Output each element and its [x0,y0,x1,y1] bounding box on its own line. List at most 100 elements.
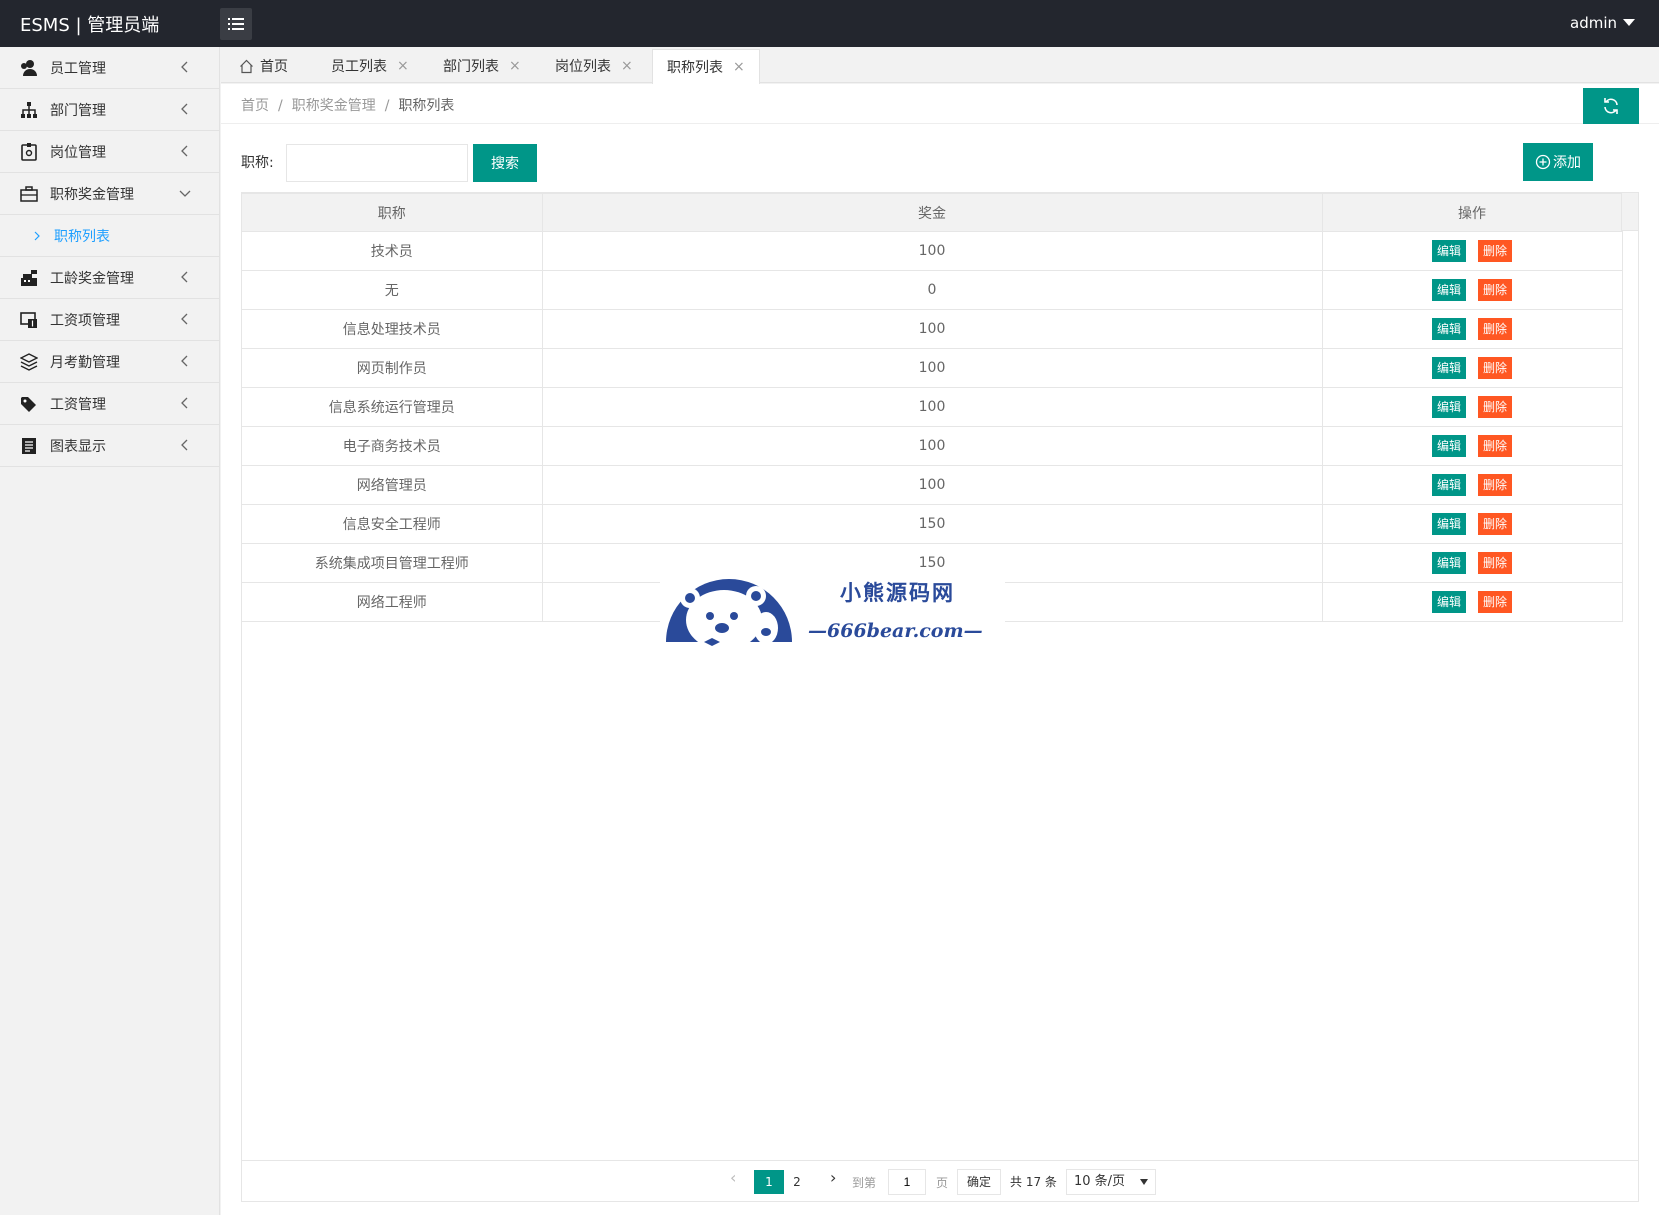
total-count: 共 17 条 [1010,1175,1057,1189]
home-icon [240,59,253,73]
tab-position-list[interactable]: 岗位列表 × [541,49,647,83]
title-table: 职称 奖金 操作 技术员 100 编辑 删除无 0 编辑 删除 信息处理技术员 100 编辑 删除网… [241,192,1639,1202]
breadcrumb: 首页 / 职称奖金管理 / 职称列表 [241,98,455,114]
page-2[interactable]: 2 [782,1170,812,1194]
table-row: 网络管理员 100 编辑 删除 [242,465,1623,505]
sidebar-item-salary-items[interactable]: 工资项管理 [0,299,219,341]
delete-button[interactable]: 删除 [1478,318,1512,340]
column-header-bonus[interactable]: 奖金 [541,193,1323,232]
sidebar-subitem-title-list[interactable]: 职称列表 [0,215,219,257]
watermark-logo: 小熊源码网 —666bear.com— [660,570,1005,655]
table-row: 无 0 编辑 删除 [242,270,1623,310]
add-button[interactable]: 添加 [1523,143,1593,181]
pagination: ‹ 1 2 › 到第 页 确定 共 17 条 10 条/页 [242,1160,1638,1201]
badge-icon [20,142,38,161]
sidebar-item-title-bonus[interactable]: 职称奖金管理 [0,173,219,215]
caret-down-icon [1623,19,1635,26]
title-search-input[interactable] [286,144,468,182]
top-header: ESMS | 管理员端 admin [0,0,1659,47]
close-icon[interactable]: × [397,58,409,74]
table-scroll-header [1621,193,1638,231]
edit-button[interactable]: 编辑 [1432,240,1466,262]
delete-button[interactable]: 删除 [1478,552,1512,574]
user-menu[interactable]: admin [1570,14,1635,32]
delete-button[interactable]: 删除 [1478,279,1512,301]
sidebar-item-charts[interactable]: 图表显示 [0,425,219,467]
receipt-icon [20,437,38,455]
caret-down-icon [1140,1179,1148,1185]
table-row: 信息安全工程师 150 编辑 删除 [242,504,1623,544]
cell-actions: 编辑 删除 [1321,387,1623,427]
chevron-left-icon [181,61,188,73]
cell-title: 网络工程师 [242,582,543,622]
users-icon [20,59,38,77]
sidebar-item-seniority-bonus[interactable]: 工龄奖金管理 [0,257,219,299]
tab-bar: 首页 员工列表 × 部门列表 × 岗位列表 × 职称列表 × [221,47,1659,84]
sidebar-item-salary[interactable]: 工资管理 [0,383,219,425]
delete-button[interactable]: 删除 [1478,240,1512,262]
delete-button[interactable]: 删除 [1478,435,1512,457]
next-page-icon[interactable]: › [830,1168,836,1187]
chevron-left-icon [181,145,188,157]
chevron-left-icon [181,355,188,367]
refresh-button[interactable] [1583,88,1639,124]
close-icon[interactable]: × [621,58,633,74]
close-icon[interactable]: × [509,58,521,74]
page-current[interactable]: 1 [754,1170,784,1194]
menu-toggle-button[interactable] [220,8,252,40]
edit-button[interactable]: 编辑 [1432,279,1466,301]
breadcrumb-bar: 首页 / 职称奖金管理 / 职称列表 [221,84,1659,124]
breadcrumb-title-bonus[interactable]: 职称奖金管理 [292,98,376,114]
edit-button[interactable]: 编辑 [1432,435,1466,457]
cell-title: 信息系统运行管理员 [242,387,543,427]
table-header-row: 职称 奖金 操作 [242,193,1623,232]
delete-button[interactable]: 删除 [1478,474,1512,496]
goto-label: 到第 [852,1176,877,1190]
watermark-name: 小熊源码网 [840,580,955,605]
delete-button[interactable]: 删除 [1478,396,1512,418]
delete-button[interactable]: 删除 [1478,591,1512,613]
cell-actions: 编辑 删除 [1321,543,1623,583]
goto-confirm-button[interactable]: 确定 [957,1169,1001,1195]
edit-button[interactable]: 编辑 [1432,357,1466,379]
sidebar-item-position[interactable]: 岗位管理 [0,131,219,173]
cell-bonus: 100 [541,465,1323,505]
edit-button[interactable]: 编辑 [1432,318,1466,340]
table-row: 技术员 100 编辑 删除 [242,231,1623,271]
edit-button[interactable]: 编辑 [1432,513,1466,535]
goto-page-input[interactable] [888,1169,926,1195]
cell-title: 无 [242,270,543,310]
sidebar-item-department[interactable]: 部门管理 [0,89,219,131]
page-size-select[interactable]: 10 条/页 [1066,1169,1156,1195]
cell-actions: 编辑 删除 [1321,465,1623,505]
close-icon[interactable]: × [733,59,745,75]
layers-icon [20,352,38,371]
edit-button[interactable]: 编辑 [1432,396,1466,418]
cell-bonus: 100 [541,348,1323,388]
edit-button[interactable]: 编辑 [1432,474,1466,496]
table-row: 网页制作员 100 编辑 删除 [242,348,1623,388]
tab-title-list[interactable]: 职称列表 × [652,49,760,84]
tab-employee-list[interactable]: 员工列表 × [317,49,423,83]
sitemap-icon [20,101,38,119]
cell-actions: 编辑 删除 [1321,270,1623,310]
delete-button[interactable]: 删除 [1478,357,1512,379]
watermark-url: —666bear.com— [808,620,983,642]
cell-title: 网络管理员 [242,465,543,505]
column-header-title[interactable]: 职称 [242,193,543,232]
sidebar-item-attendance[interactable]: 月考勤管理 [0,341,219,383]
list-icon [228,18,244,30]
prev-page-icon[interactable]: ‹ [730,1168,736,1187]
chevron-right-icon [34,231,40,240]
sidebar-item-employee[interactable]: 员工管理 [0,47,219,89]
breadcrumb-home[interactable]: 首页 [241,98,269,114]
search-button[interactable]: 搜索 [473,144,537,182]
cell-bonus: 100 [541,231,1323,271]
tab-department-list[interactable]: 部门列表 × [429,49,535,83]
edit-button[interactable]: 编辑 [1432,552,1466,574]
cell-actions: 编辑 删除 [1321,426,1623,466]
tab-home[interactable]: 首页 [225,49,302,83]
briefcase-icon [20,185,38,203]
edit-button[interactable]: 编辑 [1432,591,1466,613]
delete-button[interactable]: 删除 [1478,513,1512,535]
